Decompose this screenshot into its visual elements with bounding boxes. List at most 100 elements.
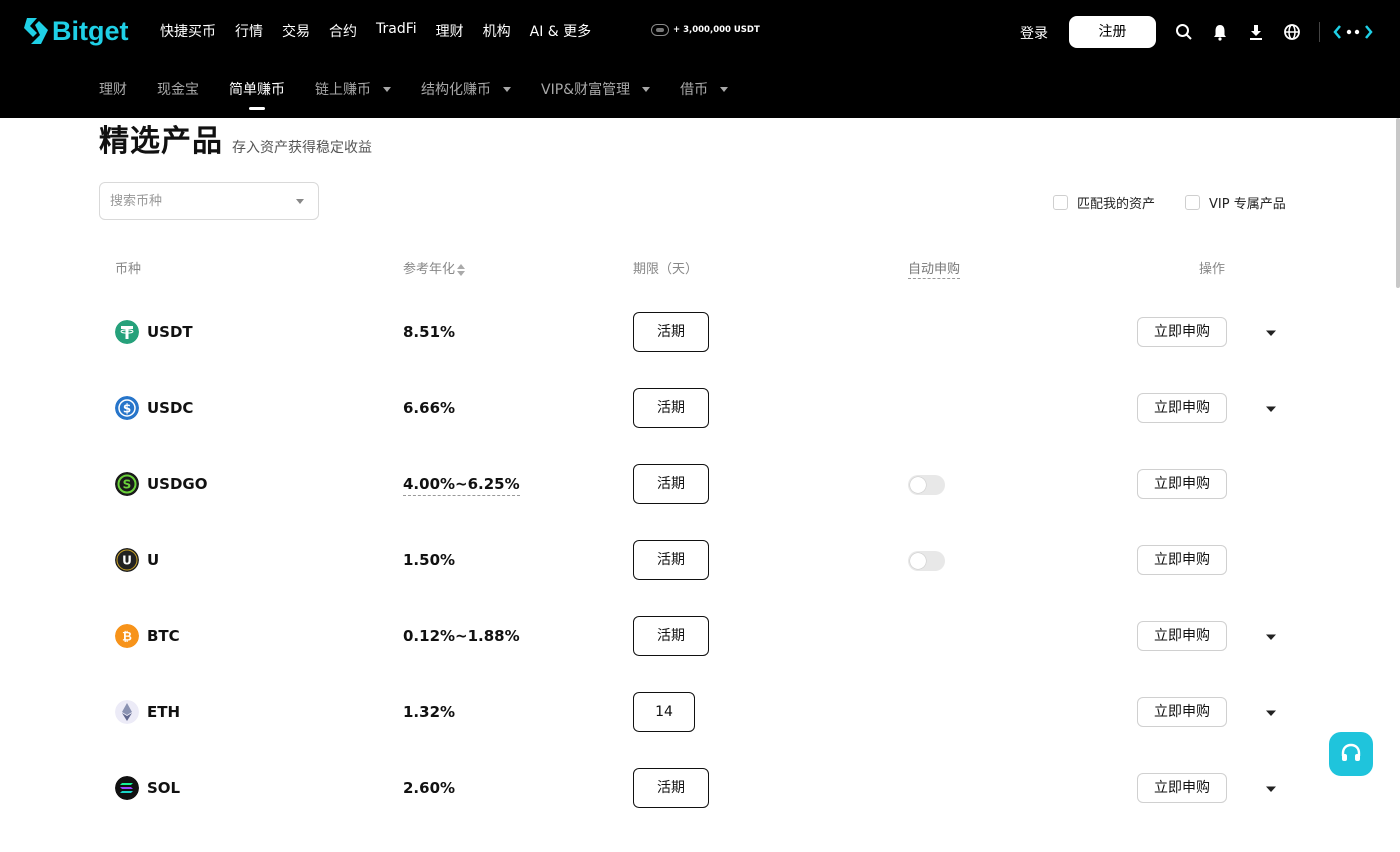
- nav-item-quick-buy[interactable]: 快捷买币: [160, 21, 216, 41]
- nav-item-markets[interactable]: 行情: [235, 21, 263, 41]
- nav-item-futures[interactable]: 合约: [329, 21, 357, 41]
- eth-icon: [115, 700, 139, 724]
- sort-icon[interactable]: [457, 263, 466, 276]
- vip-only-filter[interactable]: VIP 专属产品: [1185, 193, 1286, 212]
- chevron-down-icon: [296, 199, 304, 204]
- coin-cell: U U: [115, 548, 159, 572]
- section-heading: 精选产品 存入资产获得稳定收益: [99, 121, 372, 163]
- subnav-label: 结构化赚币: [421, 82, 491, 98]
- brand-name: Bitget: [52, 15, 129, 46]
- subnav-item-cash-treasure[interactable]: 现金宝: [157, 79, 199, 99]
- table-row: ETH 1.32% 14 立即申购: [0, 692, 1400, 776]
- sol-icon: [115, 776, 139, 800]
- term-badge: 活期: [633, 464, 709, 504]
- nav-item-earn[interactable]: 理财: [436, 21, 464, 41]
- login-link[interactable]: 登录: [1020, 23, 1048, 43]
- nav-item-tradfi[interactable]: TradFi: [376, 21, 417, 41]
- header-auto-subscribe[interactable]: 自动申购: [908, 258, 961, 279]
- globe-icon[interactable]: [1283, 23, 1301, 41]
- nav-item-ai-more[interactable]: AI & 更多: [530, 21, 592, 41]
- svg-text:$: $: [123, 402, 131, 416]
- checkbox[interactable]: [1053, 195, 1068, 210]
- term-badge: 活期: [633, 768, 709, 808]
- apr-value: 2.60%: [403, 779, 456, 797]
- header-apr[interactable]: 参考年化: [403, 258, 466, 277]
- subnav-item-vip-wealth[interactable]: VIP&财富管理: [541, 79, 651, 99]
- subscribe-button[interactable]: 立即申购: [1137, 469, 1227, 499]
- subnav-label: 理财: [99, 82, 127, 98]
- chevron-down-icon: [720, 86, 729, 92]
- chevron-down-icon: [642, 86, 651, 92]
- coin-cell: SOL: [115, 776, 180, 800]
- nav-item-institutional[interactable]: 机构: [483, 21, 511, 41]
- promo-badge-icon: [651, 24, 669, 36]
- bell-icon[interactable]: [1211, 23, 1229, 41]
- coin-cell: ETH: [115, 700, 180, 724]
- svg-text:S: S: [123, 478, 132, 492]
- header-apr-label: 参考年化: [403, 262, 456, 277]
- chevron-down-icon[interactable]: [1266, 405, 1276, 413]
- apr-value: 0.12%~1.88%: [403, 627, 520, 645]
- auto-subscribe-toggle[interactable]: [908, 551, 945, 571]
- subnav-item-earn[interactable]: 理财: [99, 79, 127, 99]
- main-nav: 快捷买币 行情 交易 合约 TradFi 理财 机构 AI & 更多: [160, 21, 610, 41]
- bitget-logo-icon: [24, 18, 48, 44]
- table-row: SOL 2.60% 活期 立即申购: [0, 768, 1400, 852]
- chevron-down-icon[interactable]: [1266, 329, 1276, 337]
- subscribe-button[interactable]: 立即申购: [1137, 621, 1227, 651]
- subnav-label: 简单赚币: [229, 82, 285, 98]
- coin-search-select[interactable]: [99, 182, 319, 220]
- download-icon[interactable]: [1247, 23, 1265, 41]
- header-term: 期限（天）: [633, 262, 699, 277]
- subscribe-button[interactable]: 立即申购: [1137, 773, 1227, 803]
- top-navigation-bar: Bitget 快捷买币 行情 交易 合约 TradFi 理财 机构 AI & 更…: [0, 0, 1400, 64]
- subnav-item-loan[interactable]: 借币: [680, 79, 729, 99]
- coin-name: ETH: [147, 703, 181, 721]
- chevron-down-icon[interactable]: [1266, 633, 1276, 641]
- table-row: USDT 8.51% 活期 立即申购: [0, 312, 1400, 396]
- checkbox-label: VIP 专属产品: [1209, 197, 1286, 212]
- coin-cell: USDT: [115, 320, 193, 344]
- subnav-label: 现金宝: [157, 82, 199, 98]
- subnav-item-structured-earn[interactable]: 结构化赚币: [421, 79, 511, 99]
- apr-value[interactable]: 4.00%~6.25%: [403, 475, 520, 496]
- apr-value: 6.66%: [403, 399, 456, 417]
- svg-text:₿: ₿: [122, 630, 132, 644]
- usdc-icon: $: [115, 396, 139, 420]
- chevron-down-icon[interactable]: [1266, 709, 1276, 717]
- auto-subscribe-toggle[interactable]: [908, 475, 945, 495]
- toolbar-divider: [1319, 22, 1320, 42]
- chevron-down-icon[interactable]: [1266, 785, 1276, 793]
- subnav-item-onchain-earn[interactable]: 链上赚币: [315, 79, 391, 99]
- customer-support-button[interactable]: [1329, 732, 1373, 776]
- page-scrollbar[interactable]: [1396, 118, 1400, 288]
- apr-value: 8.51%: [403, 323, 456, 341]
- nav-item-trade[interactable]: 交易: [282, 21, 310, 41]
- term-badge: 14: [633, 692, 695, 732]
- bitget-logo[interactable]: Bitget: [24, 14, 129, 48]
- chevron-down-icon: [383, 86, 391, 92]
- subscribe-button[interactable]: 立即申购: [1137, 317, 1227, 347]
- match-assets-filter[interactable]: 匹配我的资产: [1053, 193, 1155, 212]
- register-button[interactable]: 注册: [1069, 16, 1156, 48]
- usdgo-icon: S: [115, 472, 139, 496]
- subnav-label: VIP&财富管理: [541, 82, 631, 98]
- term-badge: 活期: [633, 616, 709, 656]
- subscribe-button[interactable]: 立即申购: [1137, 545, 1227, 575]
- checkbox-label: 匹配我的资产: [1077, 197, 1156, 212]
- apr-value: 1.50%: [403, 551, 456, 569]
- btc-icon: ₿: [115, 624, 139, 648]
- page-title: 精选产品: [99, 124, 223, 159]
- checkbox[interactable]: [1185, 195, 1200, 210]
- coin-name: USDGO: [147, 475, 208, 493]
- search-input[interactable]: [110, 183, 290, 219]
- subscribe-button[interactable]: 立即申购: [1137, 393, 1227, 423]
- search-icon[interactable]: [1175, 23, 1193, 41]
- coin-name: USDC: [147, 399, 194, 417]
- coin-name: SOL: [147, 779, 181, 797]
- earn-sub-navigation: 理财 现金宝 简单赚币 链上赚币 结构化赚币 VIP&财富管理 借币: [0, 64, 1400, 118]
- subnav-item-simple-earn[interactable]: 简单赚币: [229, 79, 285, 110]
- more-icon[interactable]: [1333, 24, 1373, 40]
- subscribe-button[interactable]: 立即申购: [1137, 697, 1227, 727]
- promo-banner[interactable]: + 3,000,000 USDT: [651, 24, 760, 36]
